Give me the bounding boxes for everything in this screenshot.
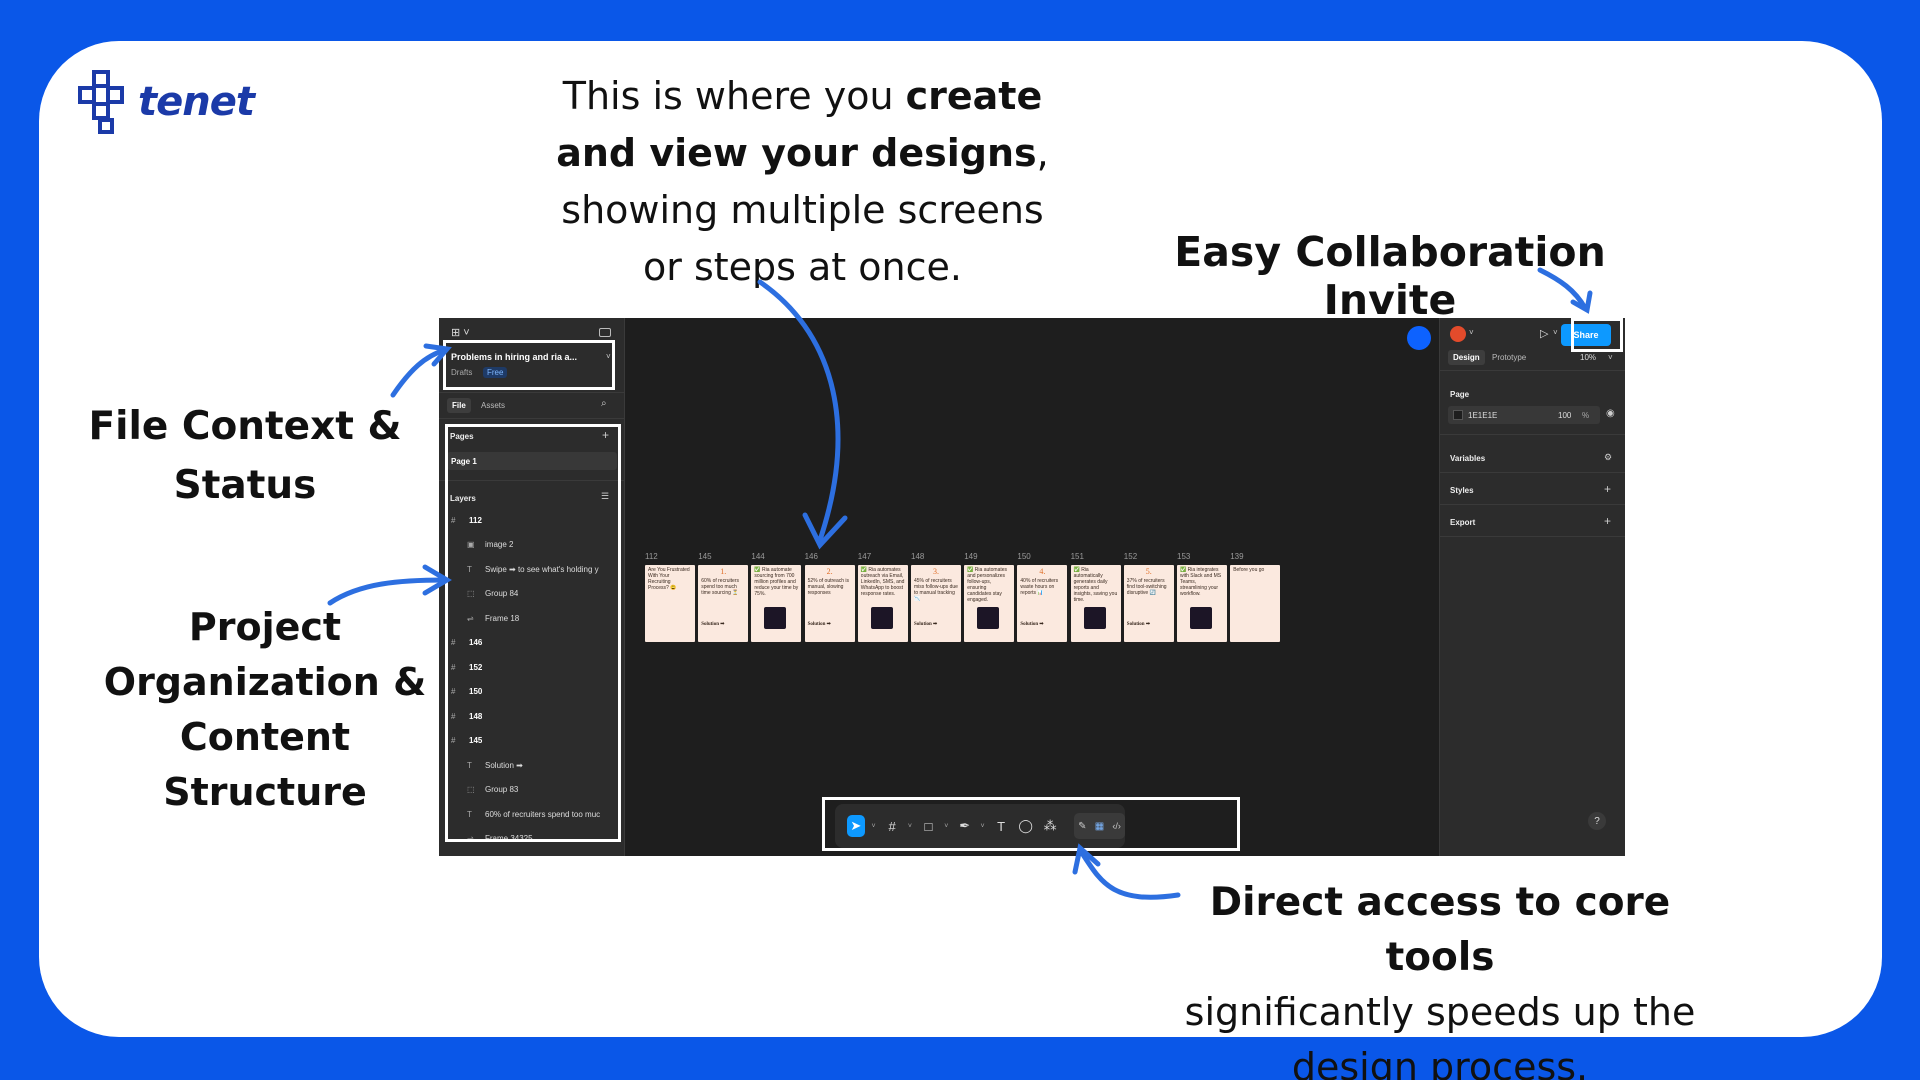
arrow-to-canvas xyxy=(757,279,841,543)
annotation-arrows xyxy=(327,267,1593,900)
arrow-to-toolbar xyxy=(1077,847,1181,900)
